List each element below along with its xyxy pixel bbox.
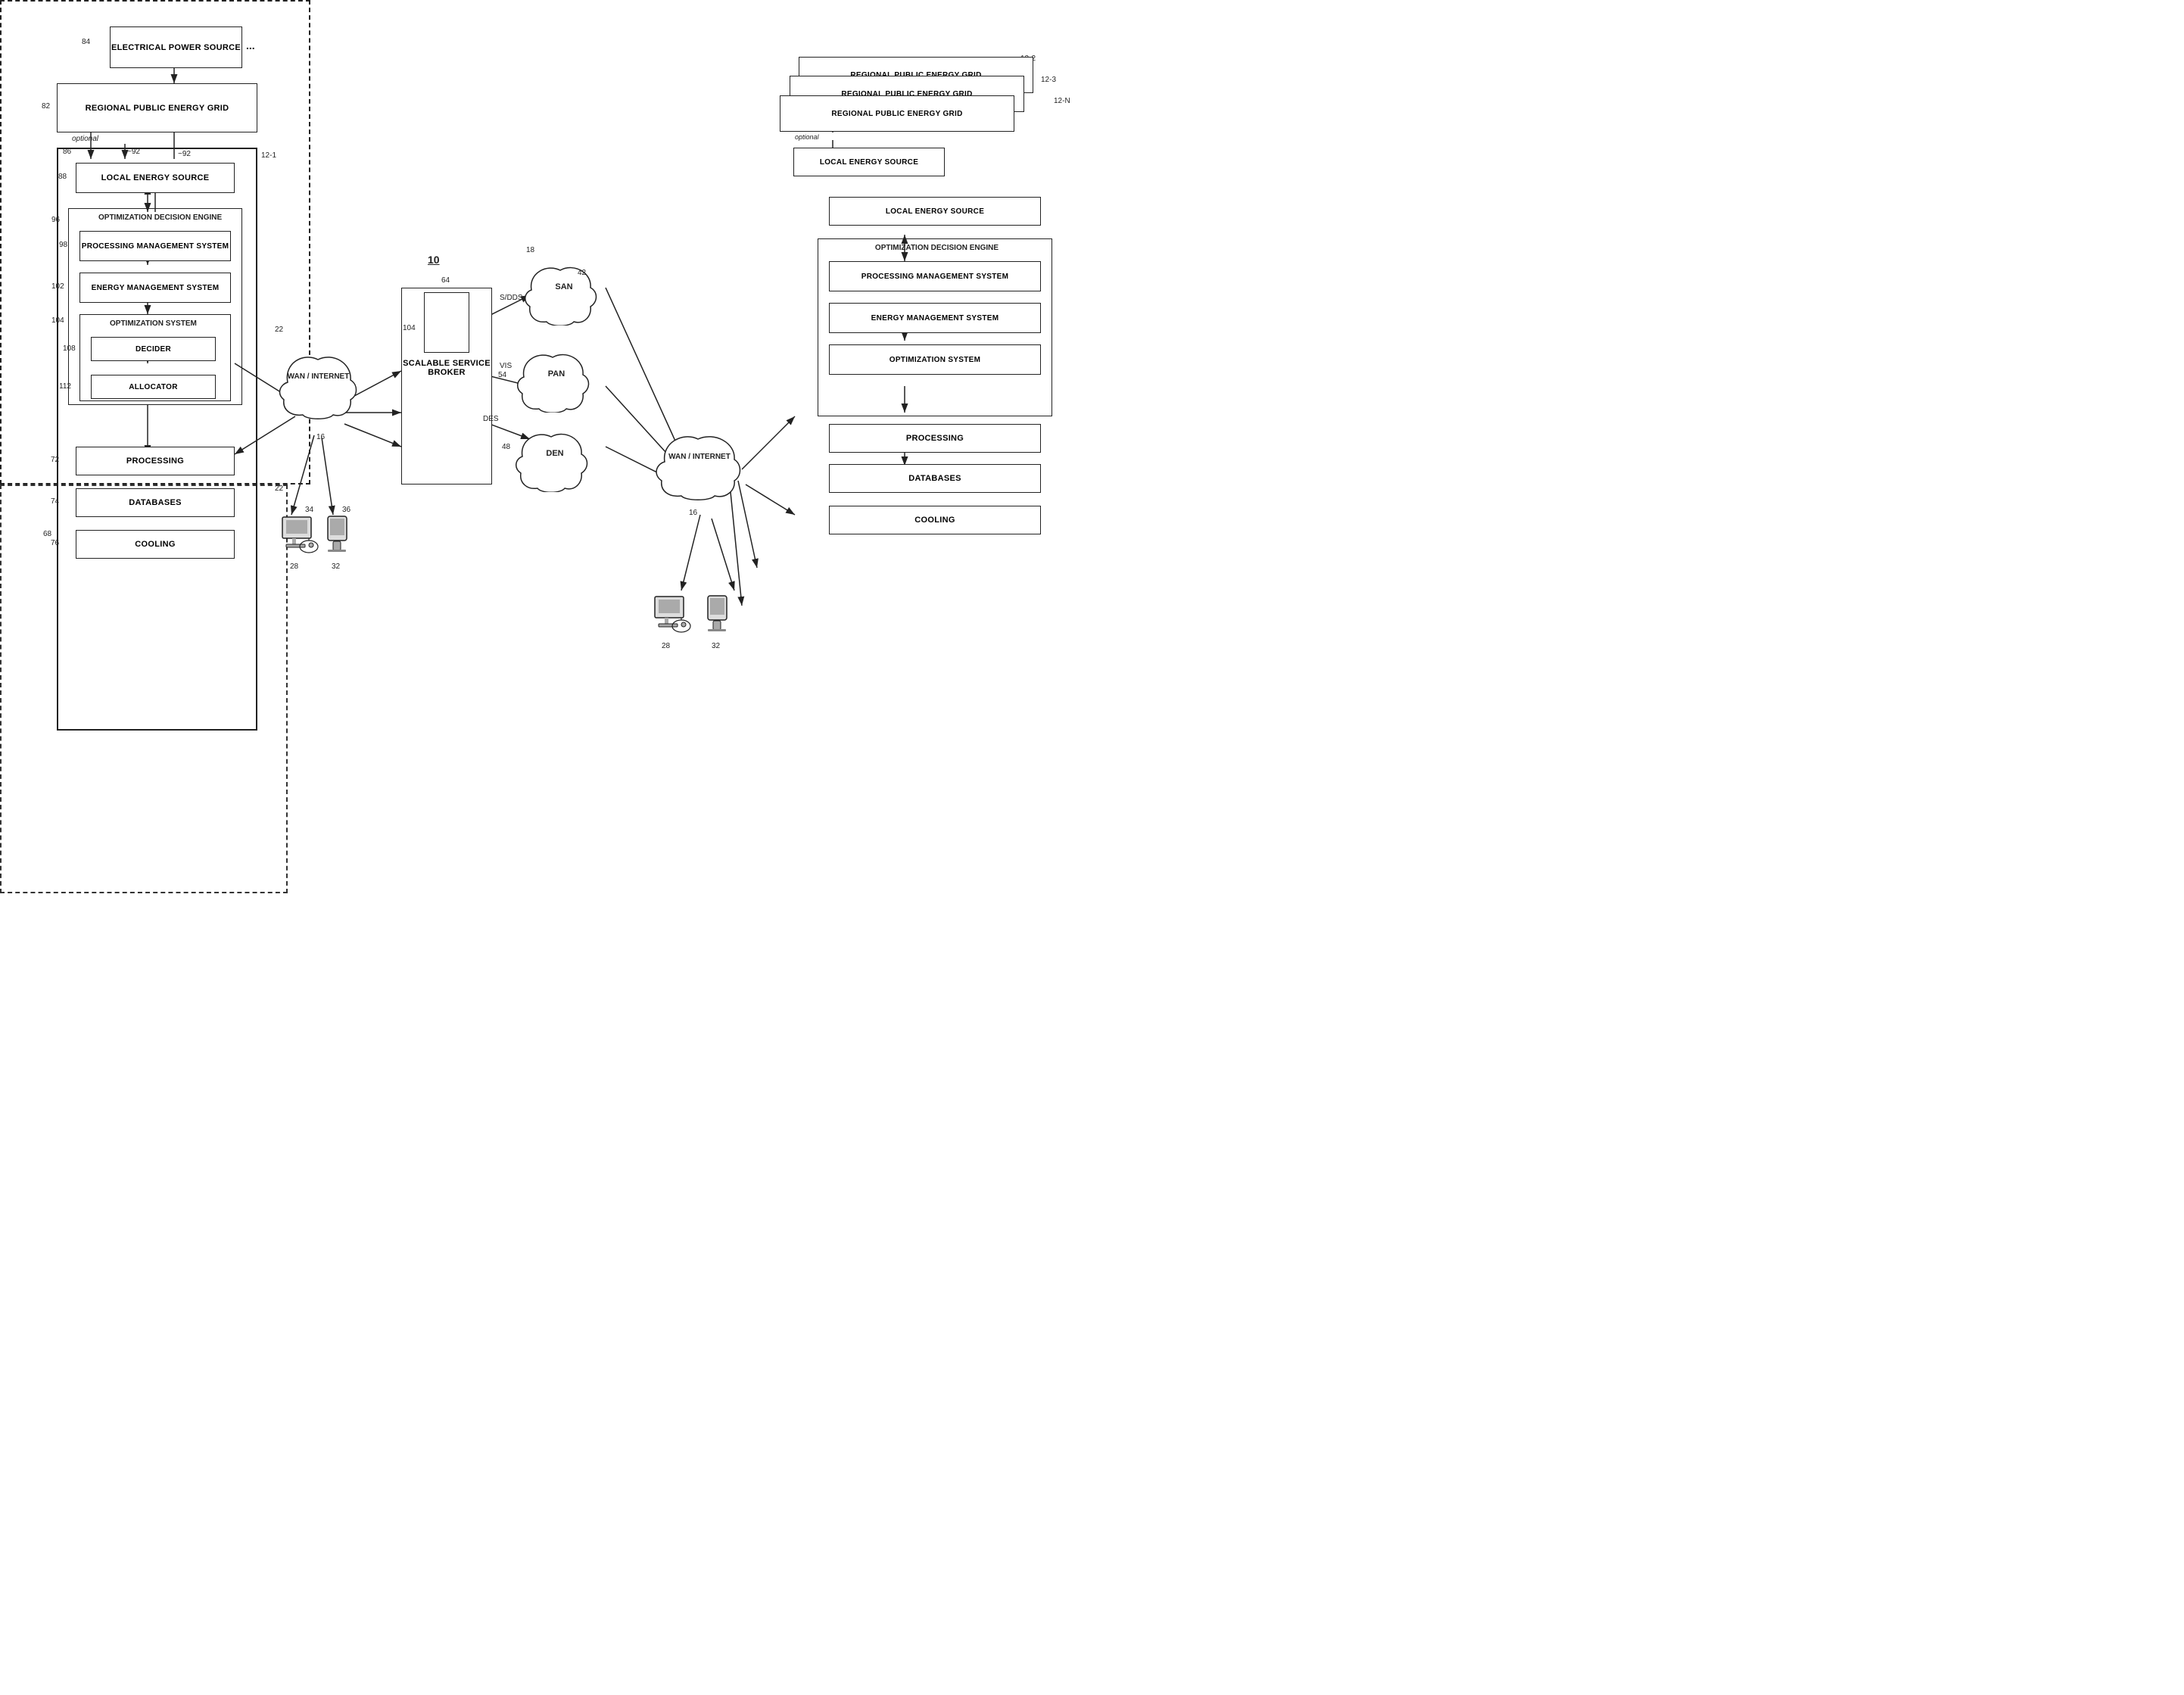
- proc-mgmt-right-box: PROCESSING MANAGEMENT SYSTEM: [829, 261, 1041, 291]
- san-label: SAN: [541, 282, 587, 291]
- local-energy-right-top: LOCAL ENERGY SOURCE: [793, 148, 945, 176]
- local-energy-left-label: LOCAL ENERGY SOURCE: [101, 173, 210, 182]
- ref-22a: 22: [275, 326, 283, 334]
- regional-grid-right-3-opt: optional: [795, 133, 819, 141]
- local-energy-left-box: LOCAL ENERGY SOURCE: [76, 163, 235, 193]
- ref-82: 82: [42, 102, 50, 111]
- databases-left-label: DATABASES: [129, 498, 182, 507]
- ref-12-3: 12-3: [1041, 76, 1056, 84]
- cooling-right-box: COOLING: [829, 506, 1041, 534]
- wan-cloud-right: [653, 428, 743, 503]
- ref-72: 72: [51, 456, 59, 464]
- regional-grid-left-optional: optional: [72, 135, 98, 143]
- ref-68: 68: [43, 530, 51, 538]
- ref-28-right: 28: [662, 642, 670, 650]
- scalable-broker-box: SCALABLE SERVICE BROKER: [401, 288, 492, 485]
- databases-right-box: DATABASES: [829, 464, 1041, 493]
- ref-96: 96: [51, 216, 60, 224]
- ref-32-right: 32: [712, 642, 720, 650]
- ref-54: 54: [498, 371, 506, 379]
- processing-left-label: PROCESSING: [126, 456, 184, 466]
- cooling-left-label: COOLING: [135, 540, 175, 549]
- wan-cloud-left: [276, 348, 360, 424]
- des-label: DES: [483, 415, 499, 423]
- ref-36: 36: [342, 506, 350, 514]
- opt-engine-left-outer: [68, 208, 242, 405]
- processing-left-box: PROCESSING: [76, 447, 235, 475]
- local-energy-right-2: LOCAL ENERGY SOURCE: [829, 197, 1041, 226]
- computer-32: [324, 515, 354, 553]
- opt-sys-right-box: OPTIMIZATION SYSTEM: [829, 344, 1041, 375]
- regional-grid-left-box: REGIONAL PUBLIC ENERGY GRID: [57, 83, 257, 132]
- ref-28-left: 28: [290, 562, 298, 571]
- computer-28: [279, 515, 320, 556]
- ref-84: 84: [82, 38, 90, 46]
- den-cloud: [513, 428, 589, 492]
- ref-74: 74: [51, 497, 59, 506]
- diagram-number: 10: [428, 254, 440, 266]
- databases-left-box: DATABASES: [76, 488, 235, 517]
- ref-42: 42: [578, 269, 586, 277]
- regional-grid-left-label: REGIONAL PUBLIC ENERGY GRID: [86, 104, 229, 113]
- computer-28-right: [651, 594, 693, 636]
- processing-right-box: PROCESSING: [829, 424, 1041, 453]
- regional-grid-right-3: REGIONAL PUBLIC ENERGY GRID: [780, 95, 1014, 132]
- ref-22b: 22: [275, 485, 283, 493]
- san-cloud: [522, 261, 598, 326]
- electrical-power-source-box: ELECTRICAL POWER SOURCE: [110, 26, 242, 68]
- ref-12-N: 12-N: [1054, 97, 1070, 105]
- ode-right-label: OPTIMIZATION DECISION ENGINE: [848, 244, 1026, 252]
- ref-92b: ~92: [178, 150, 191, 158]
- ref-16-left: 16: [316, 433, 325, 441]
- diagram-container: ELECTRICAL POWER SOURCE 84 ... REGIONAL …: [0, 0, 1092, 847]
- cooling-left-box: COOLING: [76, 530, 235, 559]
- den-label: DEN: [532, 449, 578, 458]
- ref-104: 104: [51, 316, 64, 325]
- ref-18: 18: [526, 246, 534, 254]
- pan-cloud: [515, 348, 590, 413]
- ref-98: 98: [59, 241, 67, 249]
- scalable-broker-label: SCALABLE SERVICE BROKER: [402, 359, 491, 377]
- ref-76: 76: [51, 539, 59, 547]
- ref-12-1: 12-1: [261, 151, 276, 160]
- dots-84: ...: [246, 39, 255, 51]
- wan-label-left: WAN / INTERNET: [286, 372, 350, 381]
- vis-label: VIS: [500, 362, 512, 370]
- ref-102: 102: [51, 282, 64, 291]
- ref-32-left: 32: [332, 562, 340, 571]
- ref-34: 34: [305, 506, 313, 514]
- ref-48: 48: [502, 443, 510, 451]
- computer-32-right: [704, 594, 734, 632]
- electrical-power-source-label: ELECTRICAL POWER SOURCE: [111, 43, 241, 52]
- ref-88: 88: [58, 173, 67, 181]
- wan-label-right: WAN / INTERNET: [665, 453, 734, 461]
- ref-64: 64: [441, 276, 450, 285]
- ref-104m: 104: [403, 324, 416, 332]
- energy-mgmt-right-box: ENERGY MANAGEMENT SYSTEM: [829, 303, 1041, 333]
- ref-16-right: 16: [689, 509, 697, 517]
- pan-label: PAN: [534, 369, 579, 379]
- sdds-label: S/DDS: [500, 294, 523, 302]
